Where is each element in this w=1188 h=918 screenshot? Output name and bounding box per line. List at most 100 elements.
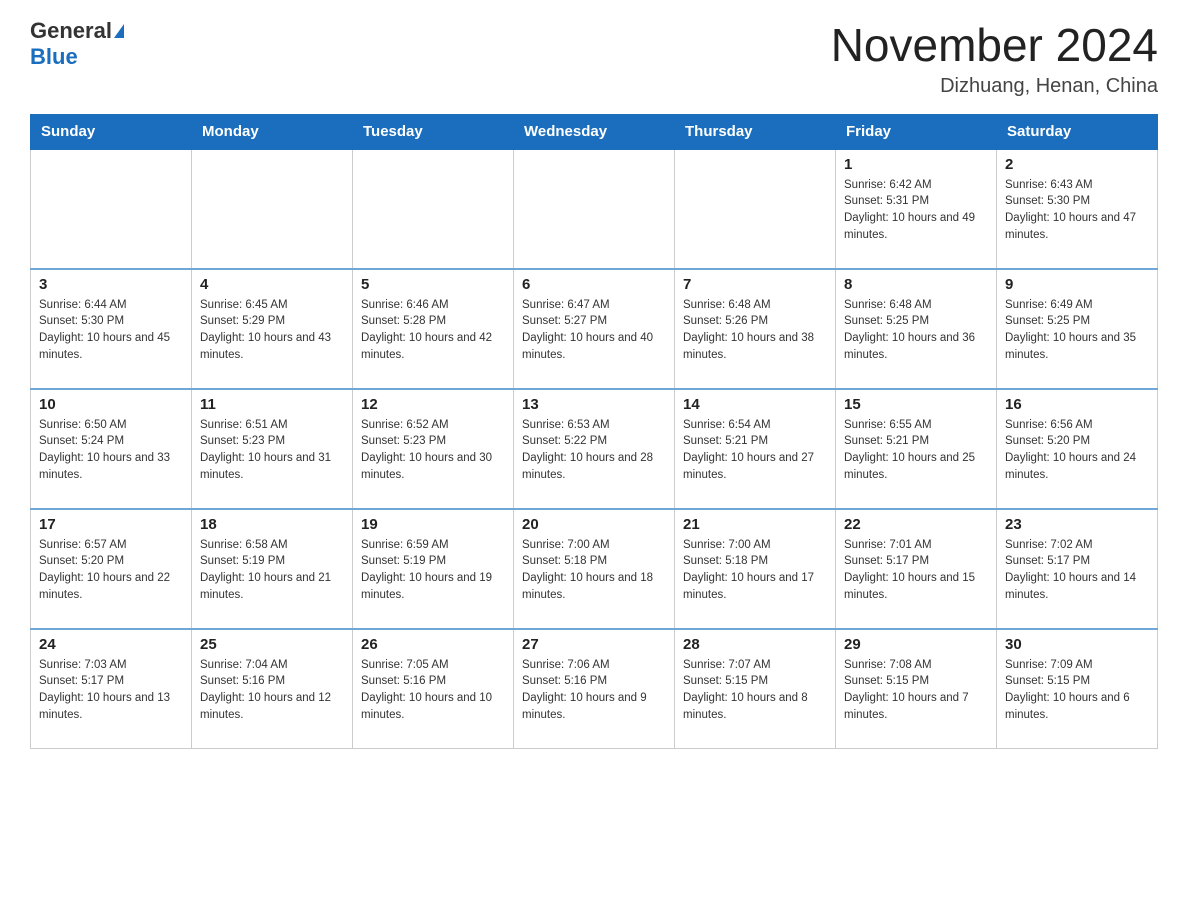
calendar-cell: 28Sunrise: 7:07 AM Sunset: 5:15 PM Dayli… xyxy=(675,629,836,749)
day-sun-info: Sunrise: 6:59 AM Sunset: 5:19 PM Dayligh… xyxy=(361,537,505,604)
day-sun-info: Sunrise: 7:09 AM Sunset: 5:15 PM Dayligh… xyxy=(1005,657,1149,724)
weekday-header-saturday: Saturday xyxy=(997,114,1158,149)
calendar-cell xyxy=(31,149,192,269)
day-number: 26 xyxy=(361,636,505,653)
day-number: 24 xyxy=(39,636,183,653)
weekday-header-monday: Monday xyxy=(192,114,353,149)
calendar-week-1: 1 Sunrise: 6:42 AM Sunset: 5:31 PM Daylig… xyxy=(31,149,1158,269)
day-number: 15 xyxy=(844,396,988,413)
day-sun-info: Sunrise: 6:51 AM Sunset: 5:23 PM Dayligh… xyxy=(200,417,344,484)
day-sun-info: Sunrise: 6:43 AM Sunset: 5:30 PM Dayligh… xyxy=(1005,177,1149,244)
calendar-cell: 23 Sunrise: 7:02 AM Sunset: 5:17 PM Dayli… xyxy=(997,509,1158,629)
day-number: 4 xyxy=(200,276,344,293)
day-number: 18 xyxy=(200,516,344,533)
day-number: 5 xyxy=(361,276,505,293)
calendar-cell: 25 Sunrise: 7:04 AM Sunset: 5:16 PM Dayli… xyxy=(192,629,353,749)
logo-sub-text: Blue xyxy=(30,44,78,70)
day-number: 25 xyxy=(200,636,344,653)
calendar-cell: 2Sunrise: 6:43 AM Sunset: 5:30 PM Daylig… xyxy=(997,149,1158,269)
day-number: 11 xyxy=(200,396,344,413)
day-sun-info: Sunrise: 7:00 AM Sunset: 5:18 PM Dayligh… xyxy=(522,537,666,604)
page-header: General Blue November 2024 Dizhuang, Hen… xyxy=(30,20,1158,98)
day-sun-info: Sunrise: 7:06 AM Sunset: 5:16 PM Dayligh… xyxy=(522,657,666,724)
calendar-cell: 7Sunrise: 6:48 AM Sunset: 5:26 PM Daylig… xyxy=(675,269,836,389)
day-sun-info: Sunrise: 6:58 AM Sunset: 5:19 PM Dayligh… xyxy=(200,537,344,604)
day-number: 8 xyxy=(844,276,988,293)
calendar-cell: 26 Sunrise: 7:05 AM Sunset: 5:16 PM Dayli… xyxy=(353,629,514,749)
calendar-cell: 11 Sunrise: 6:51 AM Sunset: 5:23 PM Dayli… xyxy=(192,389,353,509)
location-subtitle: Dizhuang, Henan, China xyxy=(831,75,1158,98)
calendar-cell: 8 Sunrise: 6:48 AM Sunset: 5:25 PM Daylig… xyxy=(836,269,997,389)
day-number: 30 xyxy=(1005,636,1149,653)
calendar-cell: 6Sunrise: 6:47 AM Sunset: 5:27 PM Daylig… xyxy=(514,269,675,389)
day-number: 29 xyxy=(844,636,988,653)
calendar-week-4: 17 Sunrise: 6:57 AM Sunset: 5:20 PM Dayli… xyxy=(31,509,1158,629)
calendar-week-5: 24 Sunrise: 7:03 AM Sunset: 5:17 PM Dayli… xyxy=(31,629,1158,749)
calendar-cell: 17 Sunrise: 6:57 AM Sunset: 5:20 PM Dayli… xyxy=(31,509,192,629)
day-sun-info: Sunrise: 6:46 AM Sunset: 5:28 PM Dayligh… xyxy=(361,297,505,364)
day-sun-info: Sunrise: 6:49 AM Sunset: 5:25 PM Dayligh… xyxy=(1005,297,1149,364)
calendar-header-row: SundayMondayTuesdayWednesdayThursdayFrid… xyxy=(31,114,1158,149)
day-sun-info: Sunrise: 6:54 AM Sunset: 5:21 PM Dayligh… xyxy=(683,417,827,484)
day-sun-info: Sunrise: 7:02 AM Sunset: 5:17 PM Dayligh… xyxy=(1005,537,1149,604)
day-sun-info: Sunrise: 7:03 AM Sunset: 5:17 PM Dayligh… xyxy=(39,657,183,724)
calendar-cell: 18 Sunrise: 6:58 AM Sunset: 5:19 PM Dayli… xyxy=(192,509,353,629)
calendar-cell: 24 Sunrise: 7:03 AM Sunset: 5:17 PM Dayli… xyxy=(31,629,192,749)
calendar-cell xyxy=(192,149,353,269)
day-sun-info: Sunrise: 7:00 AM Sunset: 5:18 PM Dayligh… xyxy=(683,537,827,604)
calendar-cell: 30 Sunrise: 7:09 AM Sunset: 5:15 PM Dayli… xyxy=(997,629,1158,749)
calendar-cell: 15 Sunrise: 6:55 AM Sunset: 5:21 PM Dayli… xyxy=(836,389,997,509)
day-sun-info: Sunrise: 6:56 AM Sunset: 5:20 PM Dayligh… xyxy=(1005,417,1149,484)
day-number: 13 xyxy=(522,396,666,413)
day-number: 16 xyxy=(1005,396,1149,413)
calendar-cell: 29 Sunrise: 7:08 AM Sunset: 5:15 PM Dayli… xyxy=(836,629,997,749)
calendar-week-3: 10Sunrise: 6:50 AM Sunset: 5:24 PM Dayli… xyxy=(31,389,1158,509)
calendar-cell: 12 Sunrise: 6:52 AM Sunset: 5:23 PM Dayli… xyxy=(353,389,514,509)
day-sun-info: Sunrise: 6:45 AM Sunset: 5:29 PM Dayligh… xyxy=(200,297,344,364)
day-sun-info: Sunrise: 7:04 AM Sunset: 5:16 PM Dayligh… xyxy=(200,657,344,724)
day-number: 7 xyxy=(683,276,827,293)
day-sun-info: Sunrise: 6:57 AM Sunset: 5:20 PM Dayligh… xyxy=(39,537,183,604)
weekday-header-tuesday: Tuesday xyxy=(353,114,514,149)
day-number: 9 xyxy=(1005,276,1149,293)
day-sun-info: Sunrise: 6:53 AM Sunset: 5:22 PM Dayligh… xyxy=(522,417,666,484)
day-sun-info: Sunrise: 6:48 AM Sunset: 5:25 PM Dayligh… xyxy=(844,297,988,364)
day-sun-info: Sunrise: 7:05 AM Sunset: 5:16 PM Dayligh… xyxy=(361,657,505,724)
day-sun-info: Sunrise: 6:47 AM Sunset: 5:27 PM Dayligh… xyxy=(522,297,666,364)
day-sun-info: Sunrise: 7:01 AM Sunset: 5:17 PM Dayligh… xyxy=(844,537,988,604)
day-sun-info: Sunrise: 7:07 AM Sunset: 5:15 PM Dayligh… xyxy=(683,657,827,724)
day-sun-info: Sunrise: 6:44 AM Sunset: 5:30 PM Dayligh… xyxy=(39,297,183,364)
day-number: 3 xyxy=(39,276,183,293)
day-number: 23 xyxy=(1005,516,1149,533)
day-sun-info: Sunrise: 6:55 AM Sunset: 5:21 PM Dayligh… xyxy=(844,417,988,484)
weekday-header-sunday: Sunday xyxy=(31,114,192,149)
calendar-cell: 9 Sunrise: 6:49 AM Sunset: 5:25 PM Daylig… xyxy=(997,269,1158,389)
day-sun-info: Sunrise: 6:52 AM Sunset: 5:23 PM Dayligh… xyxy=(361,417,505,484)
calendar-cell xyxy=(353,149,514,269)
day-number: 17 xyxy=(39,516,183,533)
calendar-cell: 22 Sunrise: 7:01 AM Sunset: 5:17 PM Dayli… xyxy=(836,509,997,629)
calendar-cell: 10Sunrise: 6:50 AM Sunset: 5:24 PM Dayli… xyxy=(31,389,192,509)
logo: General Blue xyxy=(30,20,124,70)
calendar-cell: 21 Sunrise: 7:00 AM Sunset: 5:18 PM Dayli… xyxy=(675,509,836,629)
day-number: 19 xyxy=(361,516,505,533)
day-number: 10 xyxy=(39,396,183,413)
calendar-cell: 14 Sunrise: 6:54 AM Sunset: 5:21 PM Dayli… xyxy=(675,389,836,509)
calendar-cell: 27 Sunrise: 7:06 AM Sunset: 5:16 PM Dayli… xyxy=(514,629,675,749)
day-number: 12 xyxy=(361,396,505,413)
day-number: 14 xyxy=(683,396,827,413)
month-title: November 2024 xyxy=(831,20,1158,71)
calendar-cell: 4 Sunrise: 6:45 AM Sunset: 5:29 PM Daylig… xyxy=(192,269,353,389)
calendar-cell: 20Sunrise: 7:00 AM Sunset: 5:18 PM Dayli… xyxy=(514,509,675,629)
day-sun-info: Sunrise: 7:08 AM Sunset: 5:15 PM Dayligh… xyxy=(844,657,988,724)
day-number: 22 xyxy=(844,516,988,533)
weekday-header-wednesday: Wednesday xyxy=(514,114,675,149)
day-number: 1 xyxy=(844,156,988,173)
day-number: 21 xyxy=(683,516,827,533)
day-sun-info: Sunrise: 6:42 AM Sunset: 5:31 PM Dayligh… xyxy=(844,177,988,244)
calendar-table: SundayMondayTuesdayWednesdayThursdayFrid… xyxy=(30,114,1158,750)
day-number: 27 xyxy=(522,636,666,653)
calendar-cell xyxy=(514,149,675,269)
calendar-cell: 13 Sunrise: 6:53 AM Sunset: 5:22 PM Dayli… xyxy=(514,389,675,509)
calendar-week-2: 3 Sunrise: 6:44 AM Sunset: 5:30 PM Daylig… xyxy=(31,269,1158,389)
